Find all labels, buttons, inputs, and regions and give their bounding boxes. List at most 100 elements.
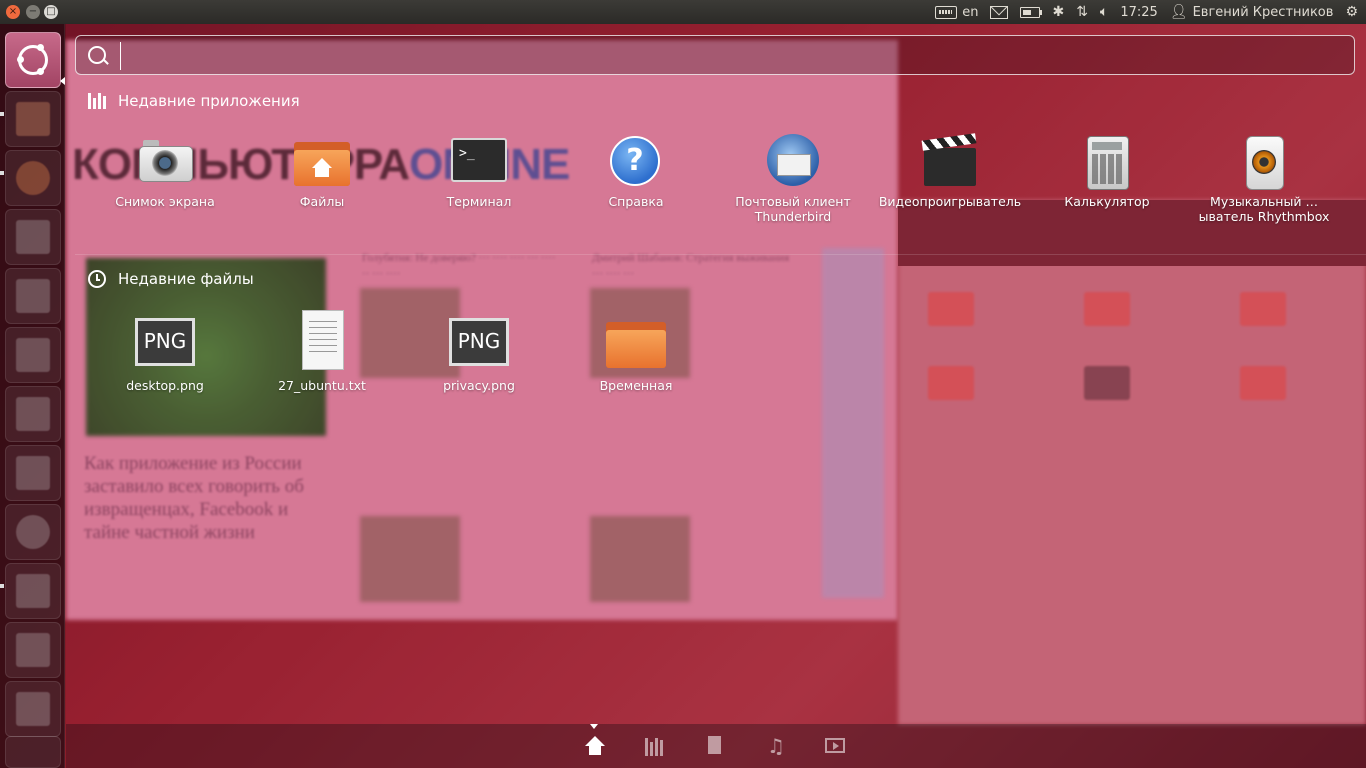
- recent-apps-title: Недавние приложения: [118, 92, 300, 110]
- user-icon: 👤︎: [1169, 4, 1188, 20]
- app-tile-terminal[interactable]: >_ Терминал: [401, 134, 557, 209]
- keyboard-indicator[interactable]: en: [935, 5, 978, 20]
- messaging-indicator[interactable]: [990, 5, 1009, 19]
- background-folder: [1240, 292, 1286, 326]
- video-lens-button[interactable]: [824, 736, 848, 758]
- background-folder: [1084, 292, 1130, 326]
- app-tile-label: Терминал: [446, 194, 512, 209]
- app-tile-label: Музыкальный …ыватель Rhythmbox: [1198, 194, 1330, 224]
- minimize-window-button[interactable]: −: [26, 5, 40, 19]
- app-tile-files[interactable]: Файлы: [244, 134, 400, 209]
- background-headline: Как приложение из России заставило всех …: [84, 453, 304, 543]
- file-icon: [708, 736, 721, 754]
- music-note-icon: ♫: [767, 734, 785, 758]
- background-sidebar-ad: [822, 248, 884, 598]
- launcher-item-removable-drive[interactable]: [5, 736, 61, 768]
- session-indicator[interactable]: ⚙: [1345, 0, 1358, 24]
- file-tile-label: privacy.png: [443, 378, 515, 393]
- terminal-prompt: >_: [459, 146, 475, 161]
- launcher-item-ubuntu-one[interactable]: [5, 445, 61, 501]
- ubuntu-logo-icon: [17, 44, 48, 75]
- network-icon: ⇅: [1076, 4, 1088, 20]
- png-file-icon: PNG: [135, 318, 195, 374]
- app-tile-label: Видеопроигрыватель: [878, 194, 1022, 209]
- search-icon: [88, 46, 106, 64]
- background-thumbnail: [590, 516, 690, 602]
- app-tile-rhythmbox[interactable]: Музыкальный …ыватель Rhythmbox: [1186, 134, 1342, 224]
- maximize-window-button[interactable]: □: [44, 5, 58, 19]
- terminal-icon: >_: [449, 134, 509, 190]
- background-file-manager-window: [898, 200, 1366, 725]
- png-file-icon: PNG: [449, 318, 509, 374]
- text-caret: [120, 42, 121, 70]
- app-tile-thunderbird[interactable]: Почтовый клиент Thunderbird: [715, 134, 871, 224]
- text-file-icon: [292, 310, 352, 374]
- png-badge: PNG: [143, 329, 187, 353]
- file-tile-27-ubuntu-txt[interactable]: 27_ubuntu.txt: [244, 310, 400, 393]
- launcher-item-firefox[interactable]: [5, 150, 61, 206]
- network-indicator[interactable]: ⇅: [1076, 0, 1088, 24]
- applications-icon: [88, 93, 106, 109]
- running-pip-icon: [0, 171, 8, 175]
- app-tile-calculator[interactable]: Калькулятор: [1029, 134, 1185, 209]
- home-lens-button[interactable]: [584, 736, 608, 758]
- top-panel: × − □ en ✱ ⇅ 🔈︎ 17:25 👤︎ Евгений Крестни…: [0, 0, 1366, 24]
- dash-search-input[interactable]: [120, 39, 1344, 73]
- file-tile-label: desktop.png: [126, 378, 204, 393]
- dash-search-box[interactable]: [75, 35, 1355, 75]
- bluetooth-indicator[interactable]: ✱: [1052, 0, 1064, 24]
- sound-indicator[interactable]: 🔈︎: [1100, 0, 1108, 24]
- recent-files-header[interactable]: Недавние файлы: [88, 270, 254, 288]
- launcher-item-writer[interactable]: [5, 209, 61, 265]
- file-tile-privacy-png[interactable]: PNG privacy.png: [401, 318, 557, 393]
- background-folder: [1084, 366, 1130, 400]
- calculator-icon: [1077, 134, 1137, 190]
- file-tile-desktop-png[interactable]: PNG desktop.png: [87, 318, 243, 393]
- mail-icon: [990, 5, 1009, 19]
- launcher-item-system-settings[interactable]: [5, 504, 61, 560]
- clock-time: 17:25: [1120, 4, 1158, 20]
- power-indicator[interactable]: [1020, 6, 1043, 18]
- running-pip-icon: [0, 112, 8, 116]
- home-folder-icon: [292, 134, 352, 190]
- launcher-item-trash[interactable]: [5, 681, 61, 737]
- launcher-item-software-center[interactable]: [5, 386, 61, 442]
- launcher-item-workspace-switcher[interactable]: [5, 622, 61, 678]
- launcher-item-text-editor[interactable]: [5, 563, 61, 619]
- clock-indicator[interactable]: 17:25: [1120, 5, 1157, 20]
- app-tile-help[interactable]: ? Справка: [558, 134, 714, 209]
- app-tile-video-player[interactable]: Видеопроигрыватель: [872, 133, 1028, 209]
- music-lens-button[interactable]: ♫: [764, 736, 788, 758]
- file-tile-temporary-folder[interactable]: Временная: [558, 318, 714, 393]
- recent-apps-header[interactable]: Недавние приложения: [88, 92, 300, 110]
- background-folder: [928, 366, 974, 400]
- clock-icon: [88, 270, 106, 288]
- session-gear-icon: ⚙: [1345, 4, 1358, 20]
- app-tile-label: Снимок экрана: [115, 194, 215, 209]
- app-tile-label: Калькулятор: [1064, 194, 1150, 209]
- active-lens-indicator-icon: [590, 724, 598, 729]
- file-tile-label: Временная: [599, 378, 673, 393]
- running-pip-icon: [0, 584, 8, 588]
- rhythmbox-icon: [1234, 134, 1294, 190]
- section-divider: [75, 254, 1366, 255]
- launcher-item-calc[interactable]: [5, 268, 61, 324]
- bluetooth-icon: ✱: [1052, 4, 1065, 20]
- app-tile-label: Справка: [608, 194, 664, 209]
- battery-icon: [1020, 6, 1043, 18]
- launcher-item-impress[interactable]: [5, 327, 61, 383]
- launcher: [0, 24, 65, 768]
- app-tile-screenshot[interactable]: Снимок экрана: [87, 134, 243, 209]
- active-launcher-arrow-icon: [60, 77, 65, 85]
- launcher-dash-home-button[interactable]: [5, 32, 61, 88]
- camera-icon: [135, 134, 195, 190]
- volume-icon: 🔈︎: [1099, 4, 1109, 20]
- launcher-item-files[interactable]: [5, 91, 61, 147]
- user-name: Евгений Крестников: [1192, 4, 1334, 20]
- thunderbird-icon: [763, 134, 823, 190]
- applications-lens-button[interactable]: [644, 736, 668, 758]
- user-indicator[interactable]: 👤︎ Евгений Крестников: [1170, 0, 1334, 24]
- close-window-button[interactable]: ×: [6, 5, 20, 19]
- files-lens-button[interactable]: [704, 736, 728, 758]
- app-tile-label: Почтовый клиент Thunderbird: [735, 194, 851, 224]
